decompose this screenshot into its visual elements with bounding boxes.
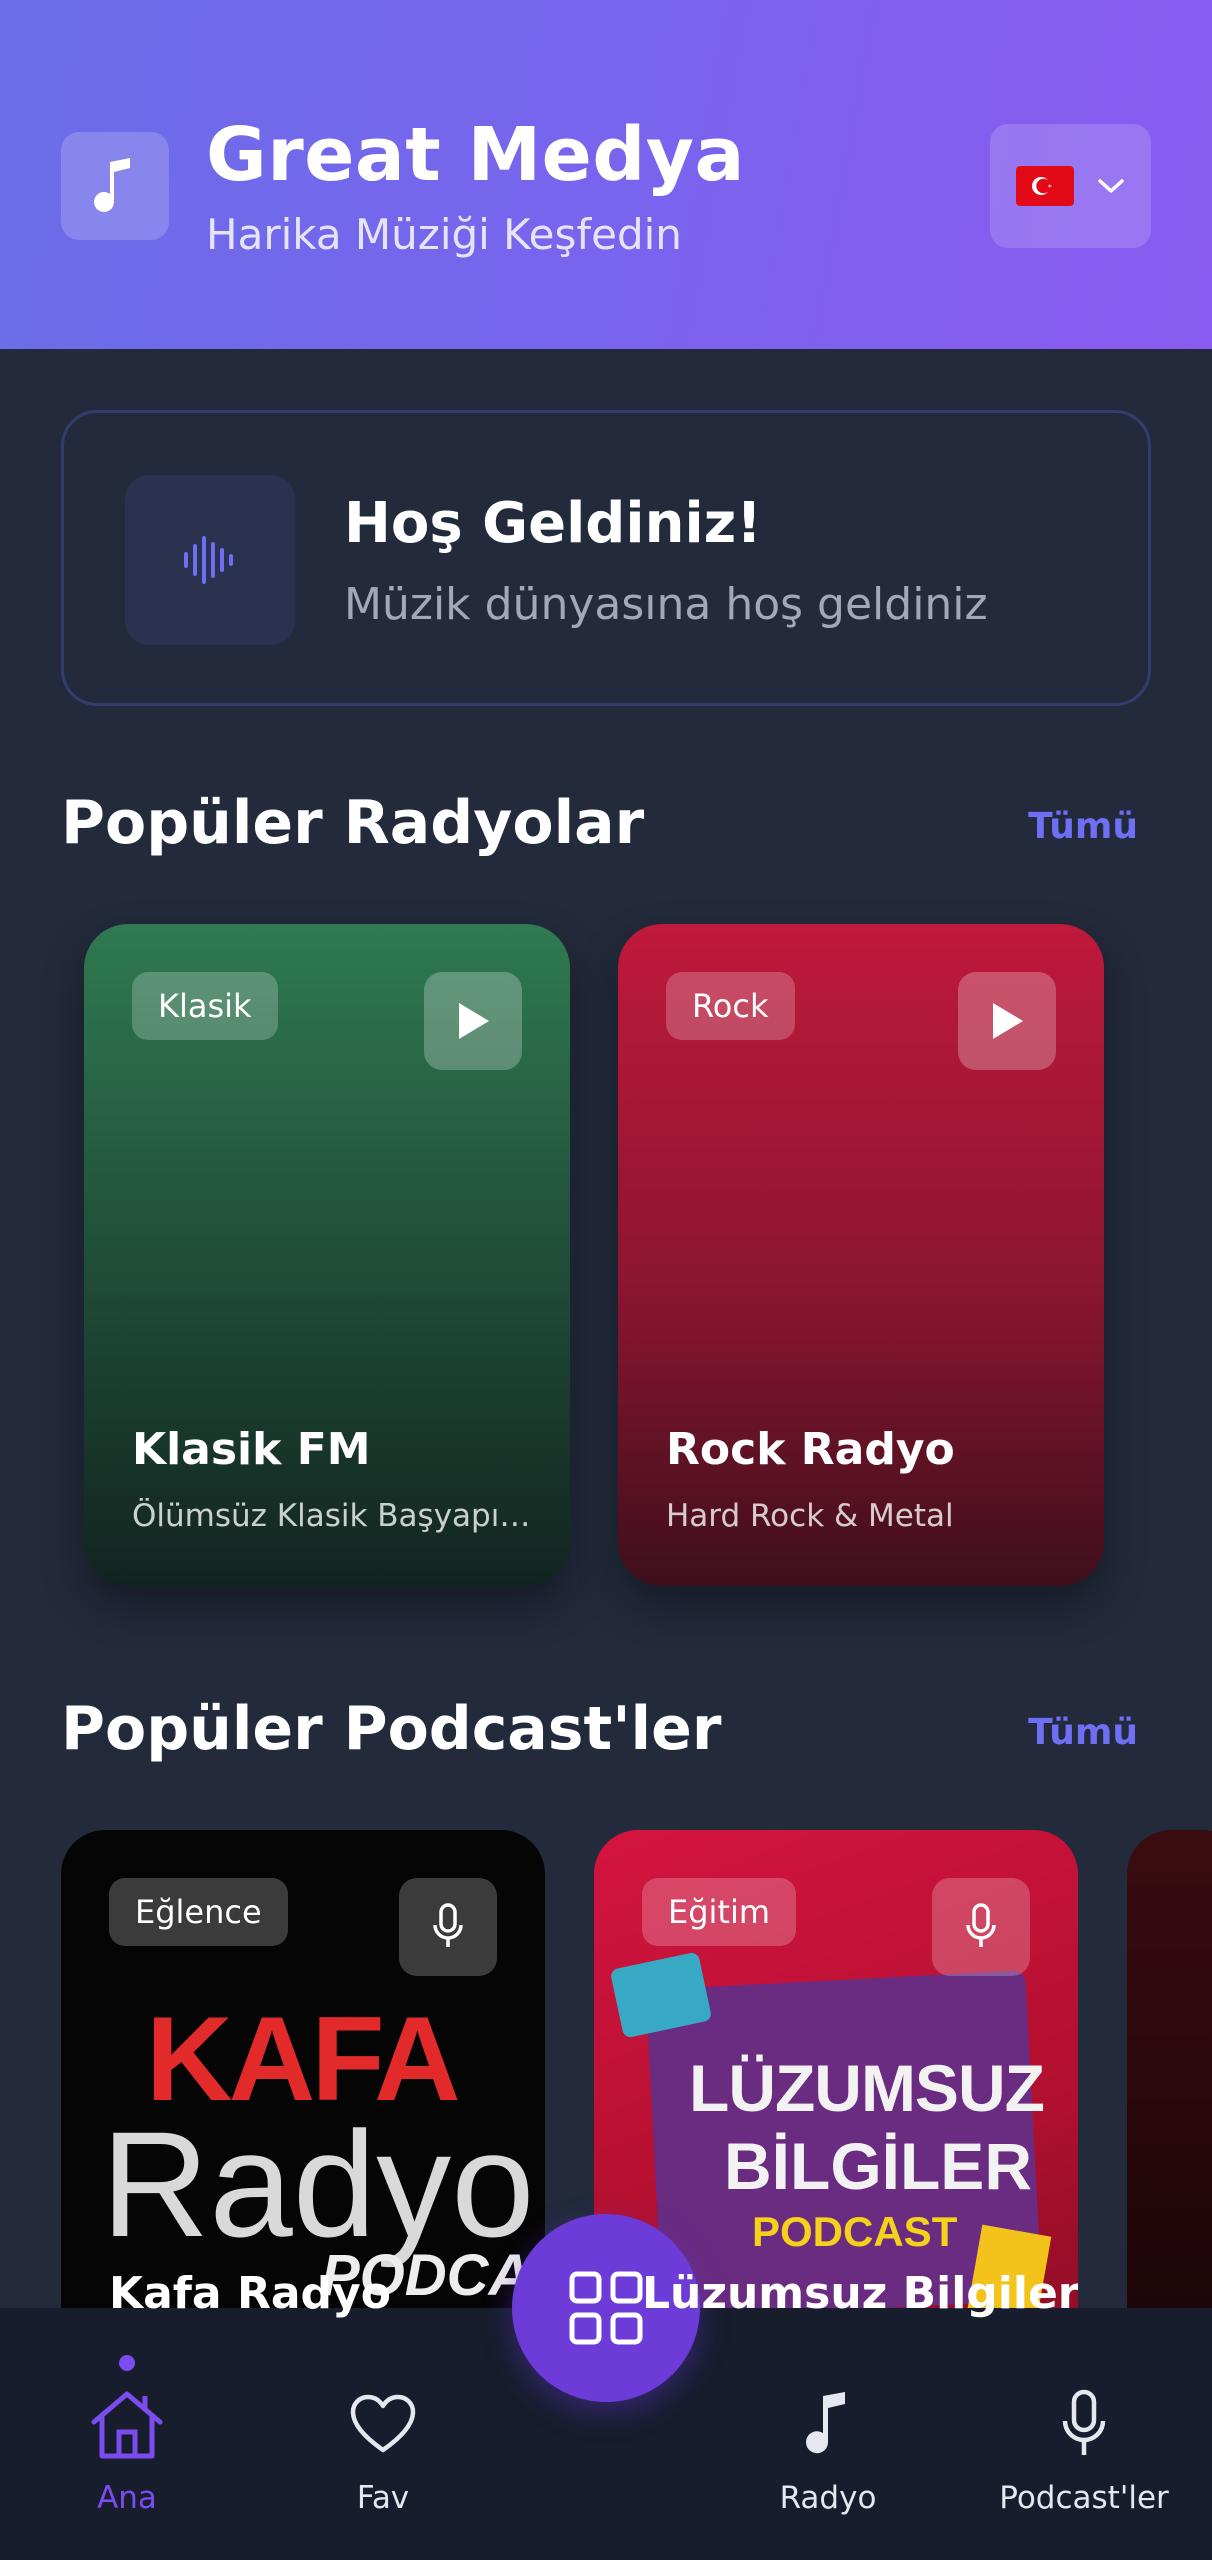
chevron-down-icon [1097,179,1124,193]
play-button[interactable] [424,972,522,1070]
radio-title: Klasik FM [132,1424,371,1475]
radio-subtitle: Ölümsüz Klasik Başyapıtlar [132,1498,532,1534]
radio-subtitle: Hard Rock & Metal [666,1498,954,1534]
nav-item-radio[interactable]: Radyo [708,2308,948,2560]
audio-wave-icon [184,536,233,584]
app-title: Great Medya [206,112,745,198]
radio-card[interactable]: Klasik Klasik FM Ölümsüz Klasik Başyapıt… [84,924,570,1586]
category-badge: Eğlence [109,1878,288,1946]
podcast-card[interactable]: Eğlence KAFA Radyo PODCAST Kafa Radyo [61,1830,545,2350]
wave-box [125,475,295,645]
genre-badge: Klasik [132,972,278,1040]
welcome-text: Müzik dünyasına hoş geldiniz [344,579,988,630]
play-icon [993,1003,1023,1039]
microphone-icon [433,1903,463,1947]
heart-icon [343,2384,423,2464]
radio-title: Rock Radyo [666,1424,955,1475]
artwork-text: BİLGİLER [724,2129,1032,2203]
active-indicator [119,2355,135,2371]
play-button[interactable] [958,972,1056,1070]
nav-item-favorites[interactable]: Fav [263,2308,503,2560]
nav-label: Radyo [779,2480,877,2516]
radios-section-title: Popüler Radyolar [61,788,645,858]
home-icon [87,2384,167,2464]
app-header: Great Medya Harika Müziği Keşfedin [0,0,1212,349]
grid-icon [569,2271,643,2345]
podcasts-see-all-link[interactable]: Tümü [1028,1712,1138,1753]
radio-card[interactable]: Rock Rock Radyo Hard Rock & Metal [618,924,1104,1586]
app-logo [61,132,169,240]
nav-item-podcasts[interactable]: Podcast'ler [964,2308,1204,2560]
genre-badge: Rock [666,972,795,1040]
play-icon [459,1003,489,1039]
music-note-icon [788,2384,868,2464]
podcast-title: Lüzumsuz Bilgiler [642,2268,1078,2319]
podcast-mic-button[interactable] [399,1878,497,1976]
radios-see-all-link[interactable]: Tümü [1028,806,1138,847]
podcasts-section-title: Popüler Podcast'ler [61,1694,722,1764]
welcome-title: Hoş Geldiniz! [344,491,762,556]
turkey-flag-icon [1015,166,1074,206]
music-note-icon [94,158,130,212]
artwork-text: PODCAST [752,2208,958,2255]
artwork-text: LÜZUMSUZ [689,2051,1045,2125]
welcome-card: Hoş Geldiniz! Müzik dünyasına hoş geldin… [61,410,1151,706]
nav-label: Podcast'ler [999,2480,1169,2516]
nav-label: Fav [356,2480,410,2516]
language-selector-button[interactable] [990,124,1151,248]
podcast-card-partial[interactable] [1127,1830,1212,2350]
category-badge: Eğitim [642,1878,797,1946]
podcast-card[interactable]: Eğitim LÜZUMSUZ BİLGİLER PODCAST Lüzumsu… [594,1830,1078,2350]
nav-item-home[interactable]: Ana [7,2308,247,2560]
podcast-title: Kafa Radyo [109,2268,391,2319]
nav-label: Ana [97,2480,157,2516]
app-subtitle: Harika Müziği Keşfedin [206,210,682,259]
microphone-icon [966,1903,996,1947]
podcast-mic-button[interactable] [932,1878,1030,1976]
microphone-icon [1044,2384,1124,2464]
